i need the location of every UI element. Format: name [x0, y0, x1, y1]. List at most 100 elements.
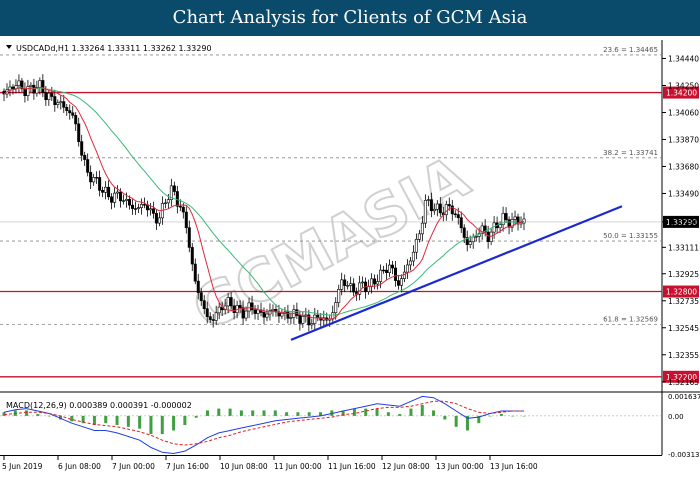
macd-histogram-bar: [488, 415, 492, 417]
candle-body: [226, 297, 230, 307]
candle-body: [119, 191, 123, 202]
candle-body: [426, 199, 430, 201]
candle-body: [399, 278, 403, 286]
macd-histogram-bar: [432, 410, 436, 416]
candle-body: [101, 190, 105, 193]
candle-body: [23, 88, 27, 96]
candle-body: [154, 213, 158, 224]
macd-histogram-bar: [443, 415, 447, 420]
candle-body: [65, 107, 69, 111]
candle-body: [104, 186, 108, 193]
candle-body: [175, 191, 179, 207]
candle-body: [373, 278, 377, 285]
macd-histogram-bar: [511, 415, 515, 417]
macd-tick-label: 0.001637: [668, 393, 700, 401]
candle-body: [178, 206, 182, 208]
candle-body: [202, 300, 206, 309]
candle-body: [196, 280, 200, 293]
macd-histogram-bar: [522, 415, 526, 417]
candle-body: [411, 251, 415, 262]
page-title: Chart Analysis for Clients of GCM Asia: [172, 7, 528, 28]
candle-body: [385, 269, 389, 273]
candle-body: [462, 227, 466, 238]
candle-body: [471, 236, 475, 243]
candle-body: [122, 200, 126, 202]
candle-body: [80, 141, 84, 156]
time-tick-label: 12 Jun 08:00: [382, 462, 430, 471]
candle-body: [298, 315, 302, 324]
price-tick-label: 1.33290: [668, 218, 699, 227]
candle-body: [468, 241, 472, 245]
macd-histogram-bar: [138, 415, 142, 429]
candle-body: [148, 208, 152, 211]
macd-histogram-bar: [183, 415, 187, 425]
candle-body: [456, 214, 460, 218]
macd-label: MACD(12,26,9) 0.000389 0.000391 -0.00000…: [6, 401, 192, 410]
macd-histogram-bar: [307, 412, 311, 416]
candle-body: [11, 86, 15, 89]
candle-body: [68, 110, 72, 114]
candle-body: [423, 199, 427, 224]
candle-body: [59, 101, 63, 104]
candle-body: [17, 80, 21, 86]
candle-body: [110, 196, 114, 203]
candle-body: [95, 177, 99, 179]
candle-body: [244, 310, 248, 319]
candle-body: [352, 283, 356, 293]
candle-body: [522, 218, 526, 224]
price-level-tag-label: 1.32800: [666, 288, 697, 297]
candle-body: [241, 307, 245, 319]
candle-body: [489, 231, 493, 242]
candle-body: [44, 92, 48, 100]
candle-body: [379, 269, 383, 282]
candle-body: [420, 222, 424, 235]
candle-body: [47, 92, 51, 100]
time-tick-label: 13 Jun 16:00: [490, 462, 538, 471]
time-tick-label: 7 Jun 00:00: [112, 462, 155, 471]
macd-histogram-bar: [352, 408, 356, 416]
macd-histogram-bar: [454, 415, 458, 427]
candle-body: [376, 281, 380, 285]
candle-body: [444, 204, 448, 216]
candle-body: [193, 263, 197, 282]
candle-body: [208, 316, 212, 320]
time-tick-label: 11 Jun 16:00: [328, 462, 376, 471]
candle-body: [361, 281, 365, 284]
time-tick-label: 7 Jun 16:00: [166, 462, 209, 471]
candle-body: [253, 309, 257, 314]
symbol-info: USDCADd,H1 1.33264 1.33311 1.33262 1.332…: [16, 44, 212, 53]
candle-body: [41, 80, 45, 93]
macd-histogram-bar: [115, 415, 119, 425]
macd-histogram-bar: [47, 415, 51, 417]
candle-body: [301, 316, 305, 324]
price-tick-label: 1.33490: [668, 189, 699, 198]
macd-histogram-bar: [217, 408, 221, 416]
candle-body: [474, 236, 478, 238]
candle-body: [205, 308, 209, 318]
candle-body: [71, 112, 75, 116]
candle-body: [498, 224, 502, 229]
candle-body: [98, 177, 102, 191]
candle-body: [163, 202, 167, 204]
candle-body: [438, 203, 442, 214]
candle-body: [238, 305, 242, 308]
candle-body: [262, 312, 266, 318]
candle-body: [74, 115, 78, 125]
candle-body: [316, 314, 320, 319]
macd-histogram-bar: [172, 415, 176, 431]
candle-body: [289, 317, 293, 319]
candle-body: [172, 185, 176, 192]
candle-body: [340, 279, 344, 290]
candle-body: [83, 154, 87, 160]
macd-histogram-bar: [499, 414, 503, 416]
candle-body: [184, 211, 188, 228]
candle-body: [232, 305, 236, 313]
candle-body: [459, 217, 463, 229]
candle-body: [62, 101, 66, 108]
price-tick-label: 1.32735: [668, 297, 699, 306]
candle-body: [211, 319, 215, 321]
price-tick-label: 1.33870: [668, 135, 699, 144]
macd-histogram-bar: [364, 408, 368, 416]
macd-histogram-bar: [2, 412, 6, 416]
candle-body: [116, 191, 120, 194]
